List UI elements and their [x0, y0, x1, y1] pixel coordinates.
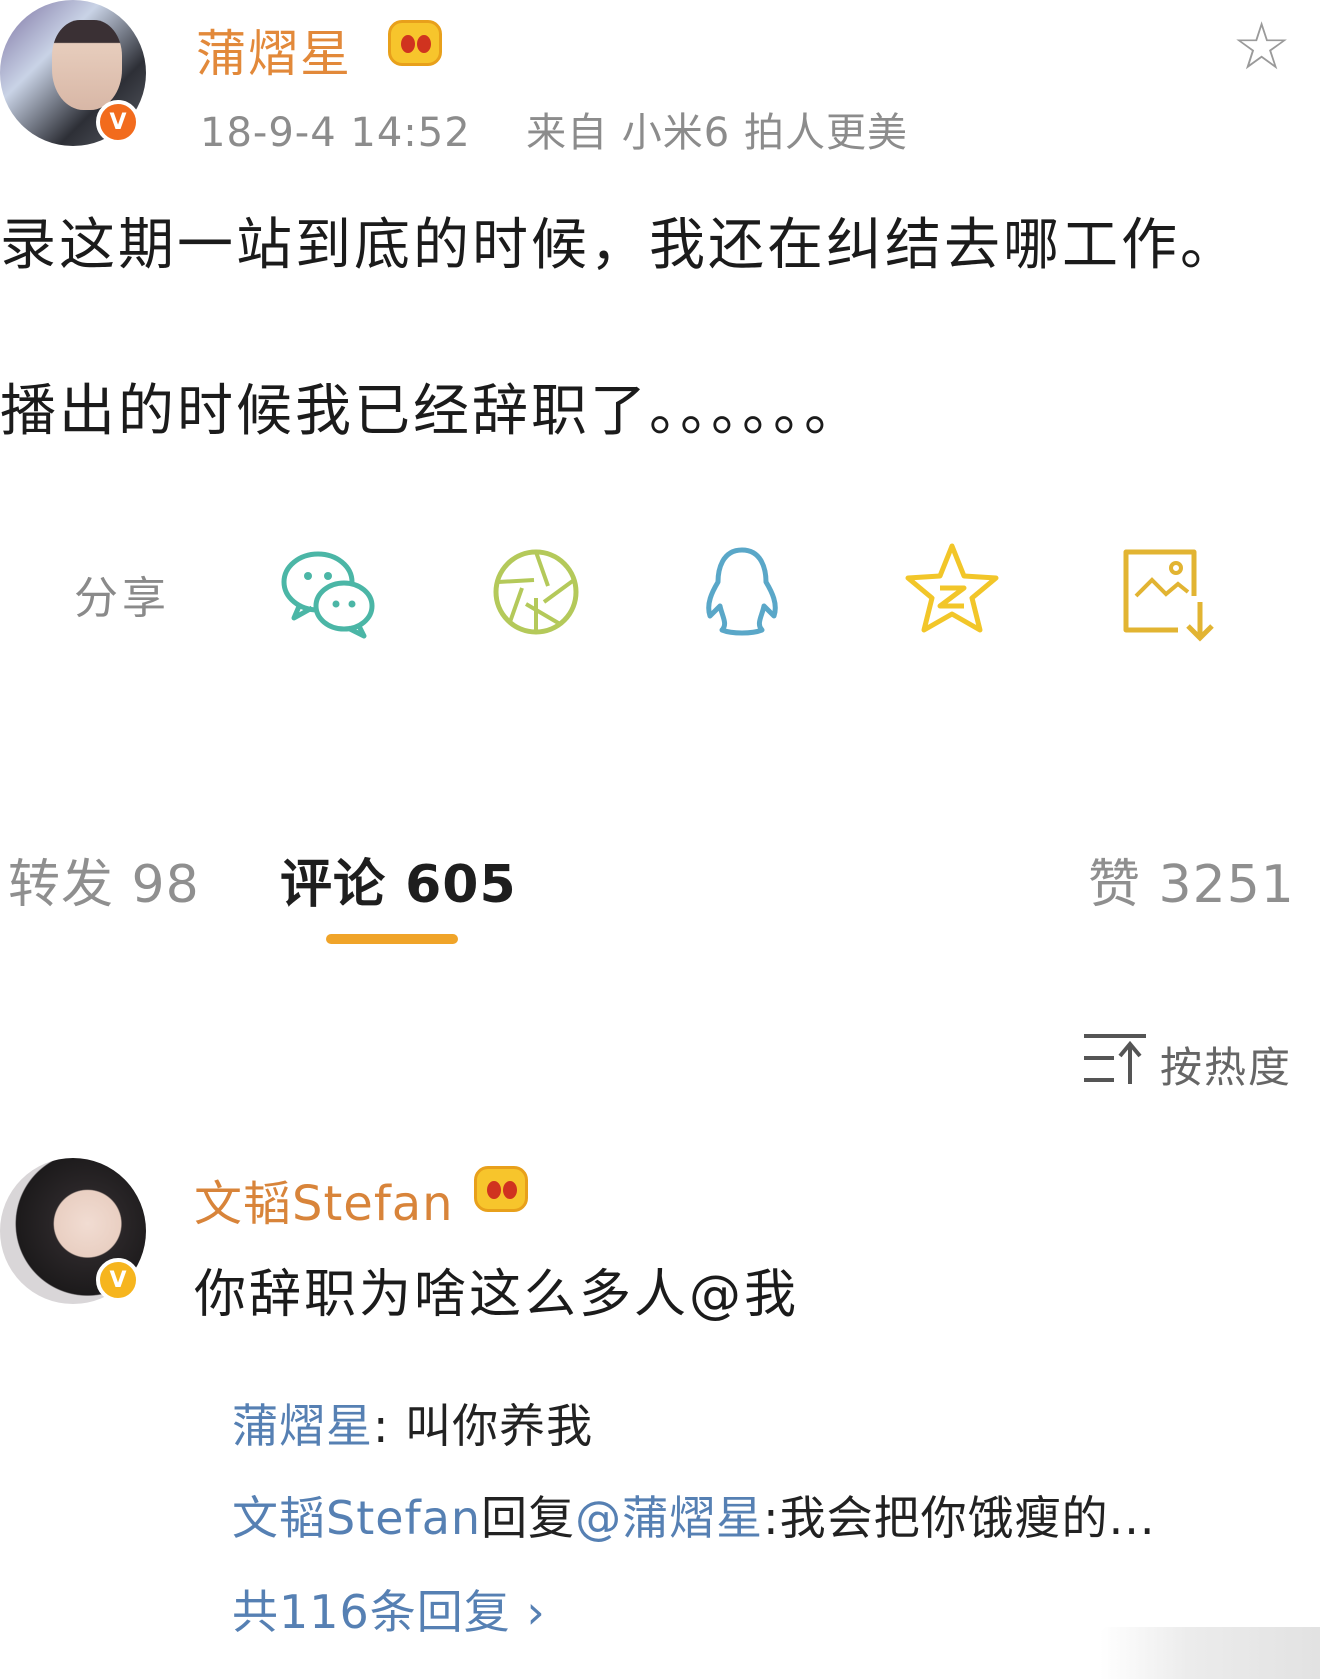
sort-by-hot[interactable]: 按热度: [1160, 1034, 1292, 1095]
comment-text: 你辞职为啥这么多人@我: [194, 1265, 800, 1325]
share-label: 分享: [74, 573, 170, 624]
moments-icon[interactable]: [486, 542, 586, 642]
tab-comments[interactable]: 评论 605: [280, 842, 517, 917]
sort-icon[interactable]: [1082, 1030, 1148, 1086]
qq-icon[interactable]: [692, 542, 792, 642]
save-image-icon[interactable]: [1118, 544, 1218, 644]
avatar-image: [52, 20, 122, 110]
reply-separator: :: [763, 1491, 780, 1545]
post-time: 18-9-4 14:52: [200, 110, 471, 156]
poster-avatar[interactable]: V: [0, 0, 146, 146]
reply-2[interactable]: 文韬Stefan回复@蒲熠星:我会把你饿瘦的...: [232, 1482, 1155, 1548]
verified-badge-icon: V: [96, 1258, 140, 1302]
post-source: 来自 小米6 拍人更美: [526, 110, 908, 156]
reply-username[interactable]: 文韬Stefan: [232, 1491, 481, 1545]
favorite-star-icon[interactable]: ☆: [1232, 14, 1291, 80]
post-text-line-1: 录这期一站到底的时候，我还在纠结去哪工作。: [0, 213, 1239, 278]
verified-badge-icon: V: [96, 100, 140, 144]
reply-1[interactable]: 蒲熠星: 叫你养我: [232, 1390, 593, 1456]
vip-crown-icon: [388, 20, 442, 66]
reply-mention[interactable]: @蒲熠星: [575, 1491, 763, 1545]
wechat-icon[interactable]: [278, 542, 378, 642]
tab-likes[interactable]: 赞 3251: [1088, 842, 1295, 917]
reply-text: 叫你养我: [405, 1399, 594, 1453]
vip-crown-icon: [474, 1166, 528, 1212]
reply-verb: 回复: [481, 1491, 576, 1545]
reply-text: 我会把你饿瘦的...: [779, 1491, 1156, 1545]
reply-separator: :: [373, 1399, 406, 1453]
qzone-icon[interactable]: [902, 540, 1002, 640]
post-text-line-2: 播出的时候我已经辞职了。。。。。。: [0, 379, 863, 444]
view-all-replies-link[interactable]: 共116条回复 ›: [232, 1576, 546, 1642]
tab-active-indicator: [326, 934, 458, 944]
tab-repost[interactable]: 转发 98: [8, 842, 200, 917]
poster-username[interactable]: 蒲熠星: [196, 14, 352, 86]
commenter-username[interactable]: 文韬Stefan: [194, 1164, 454, 1234]
watermark: [1100, 1627, 1320, 1679]
reply-username[interactable]: 蒲熠星: [232, 1399, 373, 1453]
post-meta: 18-9-4 14:52 来自 小米6 拍人更美: [200, 100, 908, 158]
commenter-avatar[interactable]: V: [0, 1158, 146, 1304]
